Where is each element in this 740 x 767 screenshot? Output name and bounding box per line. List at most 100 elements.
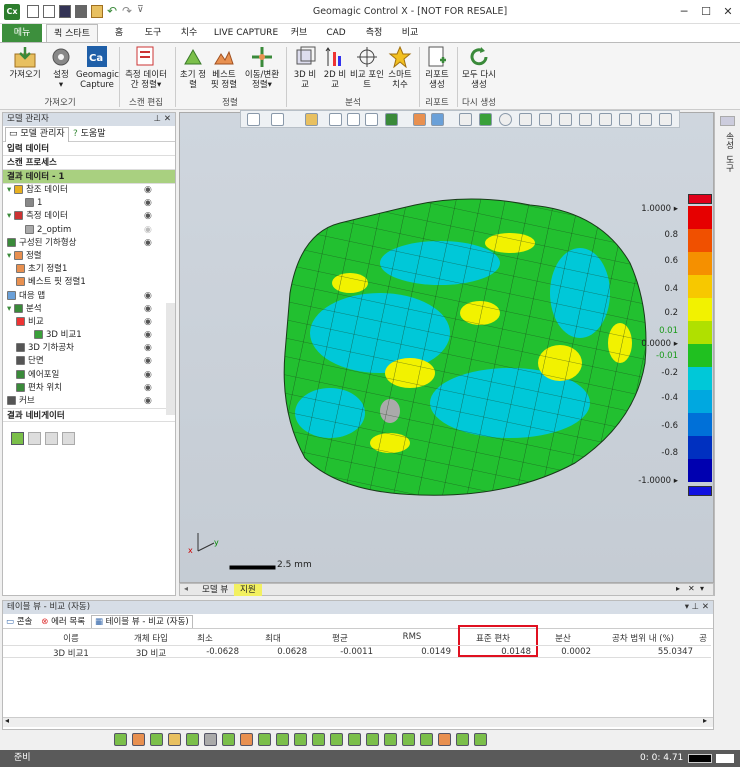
visibility-eye-icon[interactable]: ◉ xyxy=(144,184,152,197)
paint-select-icon[interactable] xyxy=(599,113,612,126)
tree-item[interactable]: 에어포일 ◉ xyxy=(7,369,175,382)
section-result-navigator[interactable]: 결과 네비게이터 xyxy=(3,408,175,423)
expand-icon[interactable]: ▾ xyxy=(7,251,14,261)
tree-item[interactable]: 비교 ◉ xyxy=(7,316,175,329)
filter-tool-icon[interactable] xyxy=(312,733,325,746)
close-panel-icon[interactable]: ✕ xyxy=(164,113,171,126)
expand-icon[interactable]: ▾ xyxy=(7,185,14,195)
pin-icon[interactable]: ⊥ xyxy=(154,113,161,126)
visibility-eye-icon[interactable]: ◉ xyxy=(144,329,152,342)
visibility-eye-icon[interactable]: ◉ xyxy=(144,382,152,395)
filter-tool-icon[interactable] xyxy=(186,733,199,746)
visibility-eye-icon[interactable]: ◉ xyxy=(144,316,152,329)
polygon-select-icon[interactable] xyxy=(519,113,532,126)
tab-model-manager[interactable]: ▭ 모델 관리자 xyxy=(5,127,69,142)
table-header-cell[interactable]: 최소 xyxy=(171,632,239,644)
save-as-icon[interactable] xyxy=(75,5,87,18)
tree-item[interactable]: 베스트 핏 정렬1 xyxy=(7,276,175,289)
tree-item[interactable]: ▾ 분석 ◉ xyxy=(7,303,175,316)
expand-icon[interactable]: ▾ xyxy=(7,304,14,314)
table-header-cell[interactable]: 최대 xyxy=(239,632,307,644)
filter-tool-icon[interactable] xyxy=(420,733,433,746)
filter-tool-icon[interactable] xyxy=(384,733,397,746)
smart-dimension-button[interactable]: 스마트 치수 xyxy=(384,46,416,90)
move-transform-align-button[interactable]: 이동/변환 정렬▾ xyxy=(240,46,284,90)
tab-measure[interactable]: 측정 xyxy=(358,24,390,42)
tab-console[interactable]: ▭ 콘솔 xyxy=(3,616,35,629)
tab-live-capture[interactable]: LIVE CAPTURE xyxy=(210,24,282,42)
visibility-eye-icon[interactable]: ◉ xyxy=(144,355,152,368)
tree-item[interactable]: 초기 정렬1 xyxy=(7,263,175,276)
visibility-eye-icon[interactable]: ◉ xyxy=(144,290,152,303)
redo-icon[interactable]: ↷ xyxy=(122,4,132,18)
tree-item[interactable]: 커브 ◉ xyxy=(7,395,175,408)
freeform-select-icon[interactable] xyxy=(579,113,592,126)
through-select-icon[interactable] xyxy=(639,113,652,126)
table-toggle-icon[interactable] xyxy=(413,113,426,126)
extend-select-icon[interactable] xyxy=(659,113,672,126)
filter-tool-icon[interactable] xyxy=(366,733,379,746)
tree-item[interactable]: 2_optim ◉ xyxy=(7,224,175,237)
folder-icon[interactable] xyxy=(91,5,103,18)
tab-curve[interactable]: 커브 xyxy=(284,24,314,42)
section-view-icon[interactable] xyxy=(329,113,342,126)
regenerate-all-button[interactable]: 모두 다시 생성 xyxy=(460,46,498,90)
filter-tool-icon[interactable] xyxy=(456,733,469,746)
undo-icon[interactable]: ↶ xyxy=(107,4,117,18)
visibility-eye-icon[interactable]: ◉ xyxy=(144,369,152,382)
geomagic-capture-button[interactable]: Ca Geomagic Capture xyxy=(76,46,119,90)
filter-tool-icon[interactable] xyxy=(402,733,415,746)
layout-icon[interactable] xyxy=(431,113,444,126)
section-input-data[interactable]: 입력 데이터 xyxy=(3,142,175,156)
color-scale-bar[interactable] xyxy=(688,194,712,498)
tab-support[interactable]: 지원 xyxy=(234,584,262,596)
tree-item[interactable]: 3D 비교1 ◉ xyxy=(7,329,175,342)
section-result-data[interactable]: 결과 데이터 - 1 xyxy=(3,170,175,184)
tree-item[interactable]: ▾ 정렬 xyxy=(7,250,175,263)
maximize-icon[interactable]: ☐ xyxy=(696,3,716,21)
close-panel-icon[interactable]: ✕ xyxy=(702,601,709,614)
navigator-tool-icon[interactable] xyxy=(11,432,24,446)
filter-tool-icon[interactable] xyxy=(204,733,217,746)
section-scan-process[interactable]: 스캔 프로세스 xyxy=(3,156,175,170)
visibility-eye-icon[interactable]: ◉ xyxy=(144,237,152,250)
filter-tool-icon[interactable] xyxy=(474,733,487,746)
table-header-cell[interactable]: RMS xyxy=(373,632,451,642)
visibility-eye-icon[interactable]: ◉ xyxy=(144,224,152,237)
rect-select-icon[interactable] xyxy=(479,113,492,126)
navigator-tool-icon[interactable] xyxy=(45,432,58,446)
tab-scroll-right-icon[interactable]: ▸ xyxy=(676,584,680,593)
view-orient-icon[interactable] xyxy=(247,113,260,126)
tree-item[interactable]: 1 ◉ xyxy=(7,197,175,210)
tree-item[interactable]: 구성된 기하형상 ◉ xyxy=(7,237,175,250)
open-file-icon[interactable] xyxy=(43,5,55,18)
new-file-icon[interactable] xyxy=(27,5,39,18)
filter-tool-icon[interactable] xyxy=(240,733,253,746)
tab-home[interactable]: 홈 xyxy=(104,24,134,42)
report-create-button[interactable]: 리포트 생성 xyxy=(422,46,452,90)
filter-tool-icon[interactable] xyxy=(330,733,343,746)
navigator-tool-icon[interactable] xyxy=(28,432,41,446)
filter-tool-icon[interactable] xyxy=(114,733,127,746)
tab-error-list[interactable]: ⊗ 에러 목록 xyxy=(38,616,88,629)
visibility-eye-icon[interactable]: ◉ xyxy=(144,395,152,408)
table-header-cell[interactable]: 공차 범위 내 (%) xyxy=(593,632,693,644)
navigator-tool-icon[interactable] xyxy=(62,432,75,446)
visibility-eye-icon[interactable]: ◉ xyxy=(144,342,152,355)
strip-pin-icon[interactable] xyxy=(720,116,735,126)
tree-scrollbar[interactable] xyxy=(166,303,175,415)
filter-tool-icon[interactable] xyxy=(276,733,289,746)
initial-align-button[interactable]: 초기 정렬 xyxy=(178,46,208,90)
tab-tools[interactable]: 도구 xyxy=(138,24,168,42)
pin-icon[interactable]: ⊥ xyxy=(692,601,699,614)
best-fit-align-button[interactable]: 베스트 핏 정렬 xyxy=(208,46,240,90)
filter-tool-icon[interactable] xyxy=(150,733,163,746)
tree-item[interactable]: 대응 맵 ◉ xyxy=(7,290,175,303)
save-icon[interactable] xyxy=(59,5,71,18)
app-icon[interactable]: Cx xyxy=(4,4,20,20)
filter-tool-icon[interactable] xyxy=(168,733,181,746)
panel-view-icon[interactable] xyxy=(365,113,378,126)
3d-compare-button[interactable]: 3D 비교 xyxy=(290,46,320,90)
tab-cad[interactable]: CAD xyxy=(320,24,352,42)
circle-select-icon[interactable] xyxy=(499,113,512,126)
